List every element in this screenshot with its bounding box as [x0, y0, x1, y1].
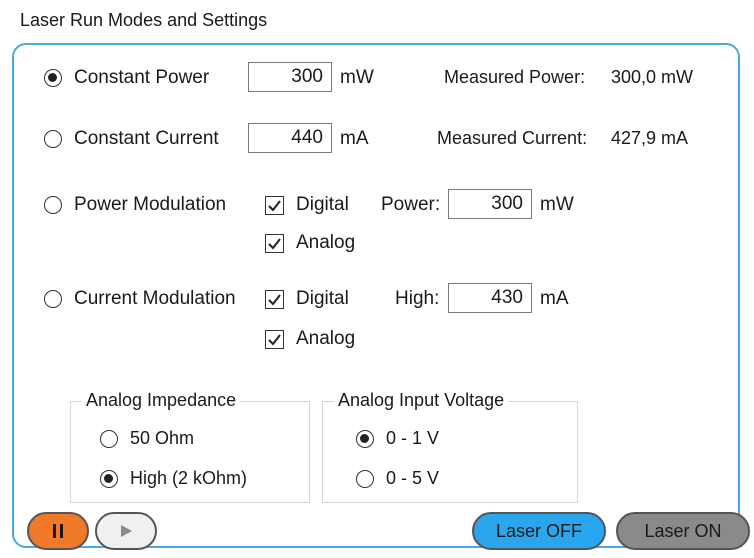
impedance-50ohm-radio[interactable] — [100, 430, 118, 448]
power-modulation-unit: mW — [540, 194, 574, 215]
measured-power-label: Measured Power: — [444, 67, 586, 87]
impedance-high-radio[interactable] — [100, 470, 118, 488]
constant-power-input[interactable]: 300 — [248, 62, 332, 92]
current-modulation-digital-checkbox[interactable] — [265, 290, 284, 309]
constant-power-radio[interactable] — [44, 69, 62, 87]
current-modulation-analog-label: Analog — [296, 328, 356, 349]
current-modulation-unit: mA — [540, 288, 569, 309]
power-modulation-digital-checkbox[interactable] — [265, 196, 284, 215]
checkmark-icon — [268, 294, 281, 306]
impedance-50ohm-label: 50 Ohm — [130, 428, 195, 448]
impedance-high-label: High (2 kOhm) — [130, 468, 248, 488]
checkmark-icon — [268, 200, 281, 212]
window-title: Laser Run Modes and Settings — [20, 10, 268, 30]
constant-current-label: Constant Current — [74, 128, 219, 149]
voltage-0-5v-label: 0 - 5 V — [386, 468, 440, 488]
pause-button[interactable] — [27, 512, 89, 550]
current-modulation-label: Current Modulation — [74, 288, 236, 309]
current-modulation-field-label: High: — [395, 288, 440, 309]
pause-icon — [53, 524, 63, 538]
power-modulation-input[interactable]: 300 — [448, 189, 532, 219]
laser-on-button[interactable]: Laser ON — [616, 512, 750, 550]
constant-current-unit: mA — [340, 128, 369, 149]
current-modulation-radio[interactable] — [44, 290, 62, 308]
analog-impedance-title: Analog Impedance — [82, 390, 241, 411]
voltage-0-5v-radio[interactable] — [356, 470, 374, 488]
play-button[interactable] — [95, 512, 157, 550]
constant-current-radio[interactable] — [44, 130, 62, 148]
power-modulation-label: Power Modulation — [74, 194, 227, 215]
measured-current-label: Measured Current: — [437, 128, 588, 148]
power-modulation-radio[interactable] — [44, 196, 62, 214]
power-modulation-analog-checkbox[interactable] — [265, 234, 284, 253]
constant-power-unit: mW — [340, 67, 374, 88]
current-modulation-digital-label: Digital — [296, 288, 349, 309]
voltage-0-1v-label: 0 - 1 V — [386, 428, 440, 448]
constant-power-label: Constant Power — [74, 67, 210, 88]
analog-input-voltage-group — [322, 401, 578, 503]
measured-current-value: 427,9 mA — [611, 128, 689, 148]
constant-current-input[interactable]: 440 — [248, 123, 332, 153]
checkmark-icon — [268, 334, 281, 346]
analog-input-voltage-title: Analog Input Voltage — [334, 390, 509, 411]
power-modulation-analog-label: Analog — [296, 232, 356, 253]
current-modulation-analog-checkbox[interactable] — [265, 330, 284, 349]
measured-power-value: 300,0 mW — [611, 67, 694, 87]
laser-off-button[interactable]: Laser OFF — [472, 512, 606, 550]
checkmark-icon — [268, 238, 281, 250]
power-modulation-field-label: Power: — [381, 194, 441, 215]
play-icon — [121, 525, 132, 537]
power-modulation-digital-label: Digital — [296, 194, 349, 215]
voltage-0-1v-radio[interactable] — [356, 430, 374, 448]
current-modulation-input[interactable]: 430 — [448, 283, 532, 313]
